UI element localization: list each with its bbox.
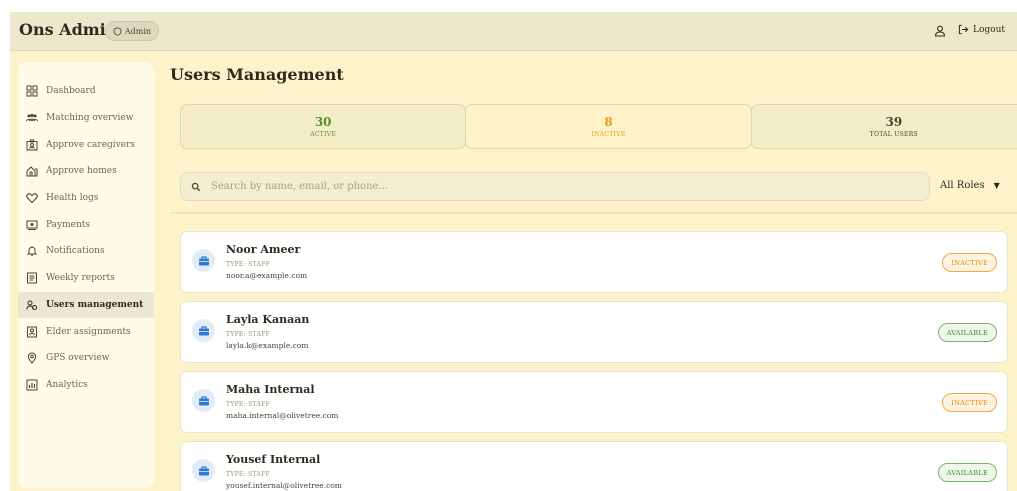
admin-role-badge: Admin — [105, 21, 159, 41]
user-type: TYPE: STAFF — [226, 471, 271, 478]
search-input[interactable] — [211, 181, 891, 192]
sidebar-item-approve-homes[interactable]: Approve homes — [18, 158, 154, 185]
sidebar: Dashboard Matching overview Approve care… — [18, 62, 154, 488]
avatar — [192, 319, 215, 342]
user-type: TYPE: STAFF — [226, 331, 271, 338]
status-badge: INACTIVE — [942, 393, 997, 412]
sidebar-item-dashboard[interactable]: Dashboard — [18, 78, 154, 105]
user-card[interactable]: Layla Kanaan TYPE: STAFF layla.k@example… — [180, 301, 1008, 363]
sidebar-item-users-management[interactable]: Users management — [18, 291, 154, 319]
status-badge: AVAILABLE — [937, 463, 997, 482]
stat-label: INACTIVE — [591, 130, 626, 138]
report-icon — [27, 272, 37, 284]
sidebar-item-label: Weekly reports — [46, 273, 115, 284]
logout-label: Logout — [973, 24, 1005, 35]
sidebar-item-elder-assignments[interactable]: Elder assignments — [18, 318, 154, 345]
location-icon — [27, 352, 37, 364]
people-icon — [26, 113, 38, 122]
sidebar-item-label: Matching overview — [46, 113, 134, 124]
sidebar-item-health-logs[interactable]: Health logs — [18, 185, 154, 212]
sidebar-item-label: Health logs — [46, 193, 99, 204]
sidebar-item-label: Dashboard — [46, 86, 96, 97]
bell-icon — [26, 246, 38, 257]
user-card[interactable]: Maha Internal TYPE: STAFF maha.internal@… — [180, 371, 1008, 433]
status-badge: AVAILABLE — [937, 323, 997, 342]
users-icon — [26, 300, 37, 310]
top-bar: Ons Admin Admin Logout — [10, 12, 1017, 51]
users-list: Noor Ameer TYPE: STAFF noor.a@example.co… — [180, 231, 1008, 491]
stat-value: 39 — [885, 114, 903, 129]
search-icon — [191, 182, 201, 191]
sidebar-item-matching-overview[interactable]: Matching overview — [18, 105, 154, 132]
avatar — [192, 459, 215, 482]
chevron-down-icon: ▼ — [993, 181, 1000, 190]
briefcase-icon — [198, 465, 209, 475]
stat-value: 30 — [314, 114, 332, 129]
sidebar-item-notifications[interactable]: Notifications — [18, 238, 154, 265]
home-icon — [26, 166, 38, 177]
briefcase-icon — [198, 255, 209, 265]
role-filter-select[interactable]: All Roles ▼ — [940, 180, 1000, 191]
sidebar-item-analytics[interactable]: Analytics — [18, 372, 154, 399]
user-card[interactable]: Noor Ameer TYPE: STAFF noor.a@example.co… — [180, 231, 1008, 293]
user-type: TYPE: STAFF — [226, 401, 271, 408]
sidebar-item-label: Analytics — [46, 379, 88, 390]
briefcase-icon — [198, 325, 209, 335]
avatar — [192, 249, 215, 272]
briefcase-icon — [198, 395, 209, 405]
stat-card-total-users: 39 TOTAL USERS — [750, 104, 1017, 149]
sidebar-item-label: Payments — [46, 219, 90, 230]
search-bar[interactable] — [180, 172, 930, 201]
sidebar-item-label: Approve caregivers — [46, 139, 136, 150]
user-email: layla.k@example.com — [226, 341, 309, 350]
shield-icon — [113, 26, 122, 36]
admin-role-label: Admin — [124, 26, 152, 36]
brand-title: Ons Admin — [19, 20, 118, 39]
divider — [170, 212, 1017, 214]
dashboard-icon — [26, 85, 38, 97]
user-name: Maha Internal — [226, 383, 315, 396]
stat-value: 8 — [604, 114, 613, 129]
payment-icon — [26, 220, 38, 230]
sidebar-item-label: Elder assignments — [46, 326, 131, 337]
stat-card-inactive: 8 INACTIVE — [465, 104, 752, 149]
sidebar-item-weekly-reports[interactable]: Weekly reports — [18, 265, 154, 292]
sidebar-item-label: Approve homes — [46, 166, 117, 177]
logout-button[interactable]: Logout — [958, 24, 1005, 35]
user-email: yousef.internal@olivetree.com — [226, 481, 342, 490]
user-name: Yousef Internal — [226, 453, 321, 466]
analytics-icon — [26, 379, 38, 391]
status-badge: INACTIVE — [942, 253, 997, 272]
stat-label: TOTAL USERS — [869, 130, 918, 138]
sidebar-item-label: Notifications — [46, 246, 105, 257]
user-card[interactable]: Yousef Internal TYPE: STAFF yousef.inter… — [180, 441, 1008, 491]
sidebar-item-label: GPS overview — [46, 353, 110, 364]
user-name: Noor Ameer — [226, 243, 301, 256]
sidebar-item-approve-caregivers[interactable]: Approve caregivers — [18, 131, 154, 158]
app-window: Ons Admin Admin Logout Dashboard Matchin… — [10, 12, 1017, 491]
user-email: maha.internal@olivetree.com — [226, 411, 339, 420]
heart-icon — [26, 193, 38, 204]
assignment-icon — [27, 326, 37, 338]
role-filter-value: All Roles — [940, 180, 985, 191]
sidebar-item-gps-overview[interactable]: GPS overview — [18, 345, 154, 372]
logout-icon — [958, 24, 969, 35]
user-type: TYPE: STAFF — [226, 261, 271, 268]
user-name: Layla Kanaan — [226, 313, 310, 326]
stat-card-active: 30 ACTIVE — [180, 104, 467, 149]
sidebar-item-label: Users management — [46, 299, 144, 310]
user-email: noor.a@example.com — [226, 271, 308, 280]
avatar — [192, 389, 215, 412]
stat-label: ACTIVE — [310, 130, 337, 138]
sidebar-item-payments[interactable]: Payments — [18, 211, 154, 238]
stats-row: 30 ACTIVE 8 INACTIVE 39 TOTAL USERS — [180, 104, 1017, 149]
id-card-icon — [26, 139, 38, 151]
page-title: Users Management — [170, 65, 344, 84]
user-profile-icon[interactable] — [934, 25, 946, 37]
